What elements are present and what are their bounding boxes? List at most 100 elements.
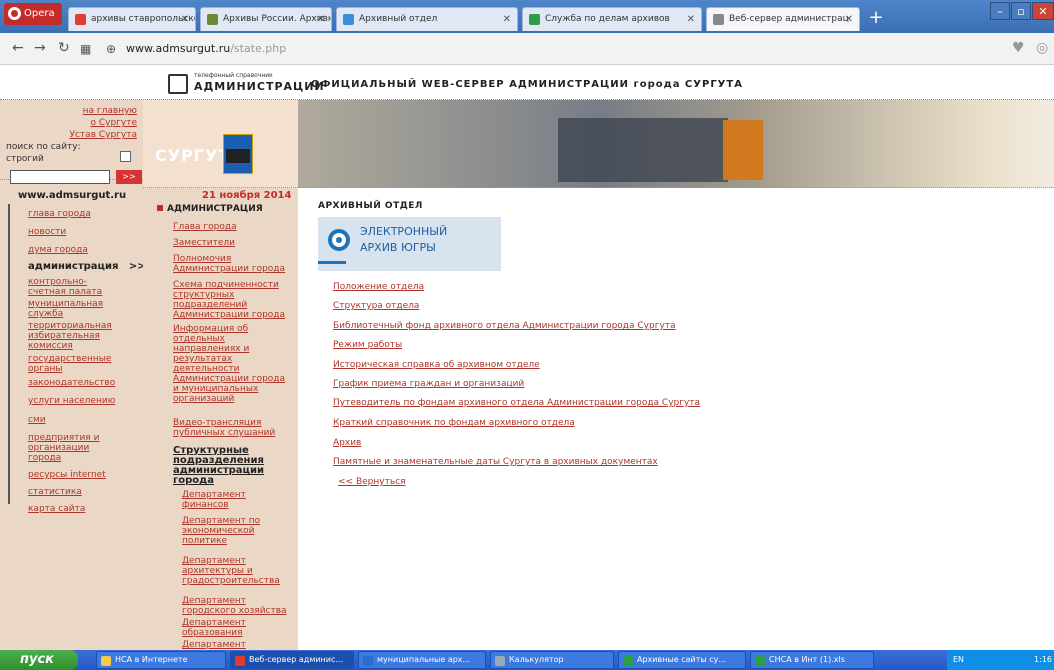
calculator-icon [495,656,505,666]
new-tab-button[interactable]: + [864,8,888,30]
left-nav-item[interactable]: новости [28,227,66,237]
left-nav-item[interactable]: контрольно-счетная палата [28,277,108,297]
taskbar-item[interactable]: Архивные сайты су... [618,651,746,669]
left-nav-item[interactable]: предприятия и организации города [28,433,110,463]
bullet-icon [157,205,163,211]
site-url-label: www.admsurgut.ru [18,190,127,201]
tab-3[interactable]: Архивный отдел ✕ [336,7,518,31]
system-tray: EN 1:16 [947,650,1054,670]
strict-label: строгий [6,154,44,164]
banner-underline [318,261,346,264]
admin-heading-text: АДМИНИСТРАЦИЯ [167,204,263,214]
left-nav-item[interactable]: государственные органы [28,354,118,374]
close-icon[interactable]: ✕ [845,8,853,31]
content-link[interactable]: Положение отдела [333,282,424,292]
tab-5-active[interactable]: Веб-сервер администрац ✕ [706,7,860,31]
close-icon[interactable]: ✕ [687,8,695,31]
left-nav-item[interactable]: услуги населению [28,396,115,406]
speed-dial-icon[interactable]: ▦ [80,42,91,56]
tab-2[interactable]: Архивы России. Архивные✕ [200,7,332,31]
department-link[interactable]: Департамент архитектуры и градостроитель… [182,556,292,586]
search-input[interactable] [10,170,110,184]
close-icon[interactable]: ✕ [503,8,511,31]
admin-menu-item[interactable]: Видео-трансляция публичных слушаний [173,418,293,438]
surgut-logo[interactable]: СУРГУТ [143,100,298,188]
about-link[interactable]: о Сургуте [90,118,137,128]
left-nav-item[interactable]: карта сайта [28,504,85,514]
left-nav-item[interactable]: территориальная избирательная комиссия [28,321,112,351]
back-arrow-icon[interactable]: ← [12,40,24,56]
archives-icon [207,14,218,25]
heart-icon[interactable]: ♥ [1012,40,1025,56]
left-nav-item[interactable]: статистика [28,487,82,497]
left-nav-item[interactable]: муниципальная служба [28,299,108,319]
word-icon [363,656,373,666]
reload-icon[interactable]: ↻ [58,40,70,56]
taskbar-item-active[interactable]: Веб-сервер админис... [230,651,354,669]
tab-1[interactable]: архивы ставропольского✕ [68,7,196,31]
content-link[interactable]: Структура отдела [333,301,419,311]
taskbar-item[interactable]: НСА в Интернете [96,651,226,669]
content-link[interactable]: Путеводитель по фондам архивного отдела … [333,398,700,408]
phone-small-text: телефонный справочник [194,72,273,79]
page-title: АРХИВНЫЙ ОТДЕЛ [318,201,423,211]
content-link[interactable]: Краткий справочник по фондам архивного о… [333,418,575,428]
taskbar-label: СНСА в Инт (1).xls [769,655,845,664]
left-nav-item[interactable]: дума города [28,245,88,255]
earchive-line1: ЭЛЕКТРОННЫЙ [360,225,448,238]
opera-menu-button[interactable]: Opera [4,3,62,25]
phone-directory-link[interactable]: телефонный справочник АДМИНИСТРАЦИИ [164,71,324,97]
admin-menu-item[interactable]: Полномочия Администрации города [173,254,293,274]
left-nav-item[interactable]: глава города [28,209,91,219]
content-link[interactable]: Режим работы [333,340,402,350]
content-link[interactable]: Памятные и знаменательные даты Сургута в… [333,457,658,467]
close-window-button[interactable]: ✕ [1032,2,1054,20]
department-link[interactable]: Департамент финансов [182,490,292,510]
search-button[interactable]: >> [116,170,142,184]
department-link[interactable]: Департамент городского хозяйства [182,596,292,616]
url-path: /state.php [230,42,287,55]
tab-label: Служба по делам архивов [545,14,670,24]
tab-label: Архивный отдел [359,14,438,24]
taskbar-item[interactable]: муниципальные арх... [358,651,486,669]
admin-menu-item[interactable]: Информация об отдельных направлениях и р… [173,324,293,404]
left-nav-item[interactable]: сми [28,415,46,425]
opera-label: Opera [24,8,55,19]
url-field[interactable]: www.admsurgut.ru/state.php [126,38,1006,60]
content-link[interactable]: Архив [333,438,361,448]
current-date: 21 ноября 2014 [202,190,292,201]
structural-divisions-heading[interactable]: Структурные подразделения администрации … [173,446,293,486]
forward-arrow-icon[interactable]: → [34,40,46,56]
department-link[interactable]: Департамент [182,640,292,650]
opera-icon [235,656,245,666]
minimize-button[interactable]: – [990,2,1010,20]
page-icon [343,14,354,25]
taskbar-item[interactable]: Калькулятор [490,651,614,669]
admin-menu-item[interactable]: Схема подчиненности структурных подразде… [173,280,293,320]
strict-checkbox[interactable] [120,151,131,162]
content-link[interactable]: Библиотечный фонд архивного отдела Админ… [333,321,676,331]
charter-link[interactable]: Устав Сургута [70,130,138,140]
home-link[interactable]: на главную [83,106,137,116]
back-link[interactable]: << Вернуться [338,477,406,487]
department-link[interactable]: Департамент образования [182,618,292,638]
taskbar-label: Архивные сайты су... [637,655,726,664]
menu-icon[interactable]: ◎ [1036,40,1048,56]
content-link[interactable]: Историческая справка об архивном отделе [333,360,540,370]
admin-menu-item[interactable]: Глава города [173,222,293,232]
search-label: поиск по сайту: [6,142,81,152]
left-nav-item[interactable]: законодательство [28,378,115,388]
admin-menu-item[interactable]: Заместители [173,238,293,248]
close-icon[interactable]: ✕ [317,8,325,31]
content-link[interactable]: График приема граждан и организаций [333,379,524,389]
department-link[interactable]: Департамент по экономической политике [182,516,292,546]
maximize-button[interactable]: ▫ [1011,2,1031,20]
language-indicator[interactable]: EN [953,655,964,664]
tab-4[interactable]: Служба по делам архивов ✕ [522,7,702,31]
taskbar-item[interactable]: СНСА в Инт (1).xls [750,651,874,669]
electronic-archive-banner[interactable]: ЭЛЕКТРОННЫЙ АРХИВ ЮГРЫ [318,217,501,271]
close-icon[interactable]: ✕ [181,8,189,31]
start-button[interactable]: пуск [0,650,78,670]
left-nav-item[interactable]: ресурсы internet [28,470,106,480]
left-nav-item-current[interactable]: администрация >> [28,262,146,272]
